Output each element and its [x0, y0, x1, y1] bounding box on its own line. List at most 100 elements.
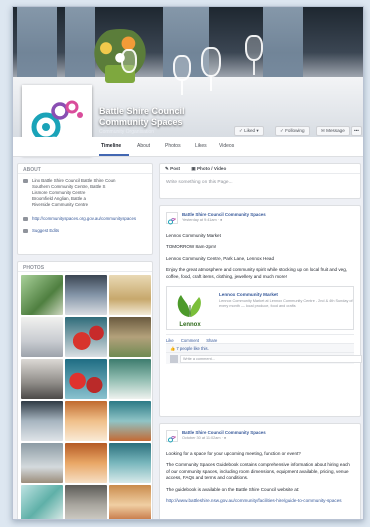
shared-link-description: Lennox Community Market at Lennox Commun… — [219, 299, 353, 309]
shared-link-card[interactable]: Lennox Lennox Community Market Lennox Co… — [166, 286, 354, 331]
page-name-line: Battle Shire Council — [99, 106, 185, 116]
tab-likes[interactable]: Likes — [195, 143, 207, 149]
post-timestamp[interactable]: Yesterday at 9:41am · ● — [182, 218, 222, 222]
photo-video-tab[interactable]: ▣ Photo / Video — [191, 166, 226, 171]
post-paragraph: The guidebook is available on the Battle… — [166, 486, 300, 492]
photo-thumbnail[interactable] — [21, 485, 63, 519]
about-line: Lismore Community Centre — [32, 190, 86, 195]
photo-thumbnail[interactable] — [109, 359, 151, 399]
page-category[interactable]: Community Organisation — [99, 129, 154, 135]
comment-action[interactable]: Comment — [181, 338, 199, 343]
photo-thumbnail[interactable] — [109, 443, 151, 483]
post-paragraph: Lennox Community Centre, Park Lane, Lenn… — [166, 255, 275, 261]
likes-summary[interactable]: 👍 7 people like this. — [166, 343, 354, 353]
page-name[interactable]: Battle Shire Council Community Spaces — [99, 106, 185, 128]
photo-thumbnail[interactable] — [109, 317, 151, 357]
facebook-page-screenshot: Battle Shire Council Community Spaces Co… — [12, 6, 364, 520]
wine-glass-stem — [181, 81, 183, 95]
post-paragraph: TOMORROW 8am-2pm! — [166, 244, 217, 250]
cover-window — [17, 7, 57, 77]
tab-timeline[interactable]: Timeline — [101, 143, 121, 149]
left-column: ABOUT Linx Battle Shire Council Battle S… — [17, 163, 153, 519]
photo-thumbnail[interactable] — [21, 275, 63, 315]
timeline-column: ✎ Post ▣ Photo / Video Write something o… — [159, 163, 362, 519]
wine-glass-stem — [253, 61, 255, 75]
photo-thumbnail[interactable] — [109, 401, 151, 441]
share-logo-text: Lennox — [179, 322, 201, 328]
about-title: ABOUT — [18, 164, 152, 174]
guidebook-link[interactable]: http://www.battleshire.nsw.gov.au/commun… — [166, 498, 354, 504]
leaf-logo-icon: Lennox — [177, 295, 201, 328]
wine-glass-stem — [210, 77, 212, 91]
following-button[interactable]: ✓ Following — [275, 126, 310, 136]
post-tab[interactable]: ✎ Post — [165, 166, 180, 171]
post-paragraph: Enjoy the great atmosphere and community… — [166, 267, 348, 279]
post-avatar[interactable] — [166, 212, 178, 225]
tab-videos[interactable]: Videos — [219, 143, 234, 149]
wine-glass — [121, 49, 137, 73]
more-button[interactable]: ••• — [351, 126, 362, 136]
post-author[interactable]: Battle Shire Council Community Spaces — [182, 212, 266, 217]
like-action[interactable]: Like — [166, 338, 174, 343]
post-actions: Like Comment Share — [166, 334, 354, 343]
tab-photos[interactable]: Photos — [165, 143, 181, 149]
post-header: Battle Shire Council Community Spaces Ye… — [166, 212, 354, 227]
wine-glass — [245, 35, 263, 61]
location-icon — [23, 179, 28, 183]
post-body: Looking for a space for your upcoming me… — [166, 451, 354, 504]
community-logo-icon — [168, 217, 176, 225]
photo-thumbnail[interactable] — [65, 401, 107, 441]
suggest-edits-link[interactable]: Suggest Edits — [18, 228, 152, 234]
photos-title: PHOTOS — [18, 262, 152, 272]
suggest-edits-label: Suggest Edits — [32, 228, 60, 233]
post-paragraph: Looking for a space for your upcoming me… — [166, 451, 301, 456]
about-card: ABOUT Linx Battle Shire Council Battle S… — [17, 163, 153, 255]
active-tab-indicator — [99, 154, 129, 156]
post-paragraph: Lennox Community Market — [166, 233, 221, 238]
photo-thumbnail[interactable] — [109, 485, 151, 519]
page-name-line: Community Spaces — [99, 117, 183, 127]
photo-thumbnail[interactable] — [21, 359, 63, 399]
comment-input[interactable]: Write a comment... — [180, 355, 362, 364]
composer-tabs: ✎ Post ▣ Photo / Video — [160, 164, 360, 174]
timeline-post: Battle Shire Council Community Spaces Ye… — [159, 205, 362, 417]
about-line: Riverside Community Centre — [32, 202, 89, 207]
photo-thumbnail[interactable] — [21, 401, 63, 441]
about-line: Southern Community Centre, Battle S — [32, 184, 106, 189]
about-line: Linx Battle Shire Council Battle Shire C… — [32, 178, 116, 183]
post-author[interactable]: Battle Shire Council Community Spaces — [182, 430, 266, 435]
about-address: Riverside Community Centre — [18, 202, 152, 208]
composer-input[interactable]: Write something on this Page... — [160, 174, 360, 191]
photo-thumbnail[interactable] — [109, 275, 151, 315]
community-logo-icon — [168, 435, 176, 443]
post-header: Battle Shire Council Community Spaces Oc… — [166, 430, 354, 445]
website-url: http://communityspaces.org.gov.au/commun… — [32, 216, 137, 221]
photo-thumbnail[interactable] — [65, 359, 107, 399]
photo-thumbnail[interactable] — [65, 317, 107, 357]
comment-box: Write a comment... — [166, 352, 362, 365]
about-website-link[interactable]: http://communityspaces.org.gov.au/commun… — [18, 216, 152, 222]
pencil-icon — [23, 229, 28, 233]
liked-button[interactable]: ✓ Liked ▾ — [234, 126, 264, 136]
globe-icon — [23, 217, 28, 221]
post-timestamp[interactable]: October 30 at 11:02am · ● — [182, 436, 226, 440]
shared-link-title: Lennox Community Market — [219, 292, 278, 298]
shared-link-image: Lennox — [169, 289, 211, 330]
wine-glass — [173, 55, 191, 81]
post-body: Lennox Community Market TOMORROW 8am-2pm… — [166, 233, 354, 280]
photo-thumbnail[interactable] — [21, 317, 63, 357]
about-line: Broomfield Anglian, Battle a — [32, 196, 86, 201]
share-action[interactable]: Share — [206, 338, 217, 343]
post-avatar[interactable] — [166, 430, 178, 443]
wine-glass — [201, 47, 221, 77]
photo-thumbnail[interactable] — [65, 485, 107, 519]
photo-thumbnail[interactable] — [65, 443, 107, 483]
photo-thumbnail[interactable] — [21, 443, 63, 483]
cover-window — [263, 7, 303, 77]
photo-thumbnail[interactable] — [65, 275, 107, 315]
message-button[interactable]: ✉ Message — [316, 126, 350, 136]
photo-grid — [18, 272, 152, 519]
commenter-avatar — [170, 355, 178, 364]
tab-about[interactable]: About — [137, 143, 150, 149]
post-paragraph: The Community Spaces Guidebook contains … — [166, 462, 350, 481]
